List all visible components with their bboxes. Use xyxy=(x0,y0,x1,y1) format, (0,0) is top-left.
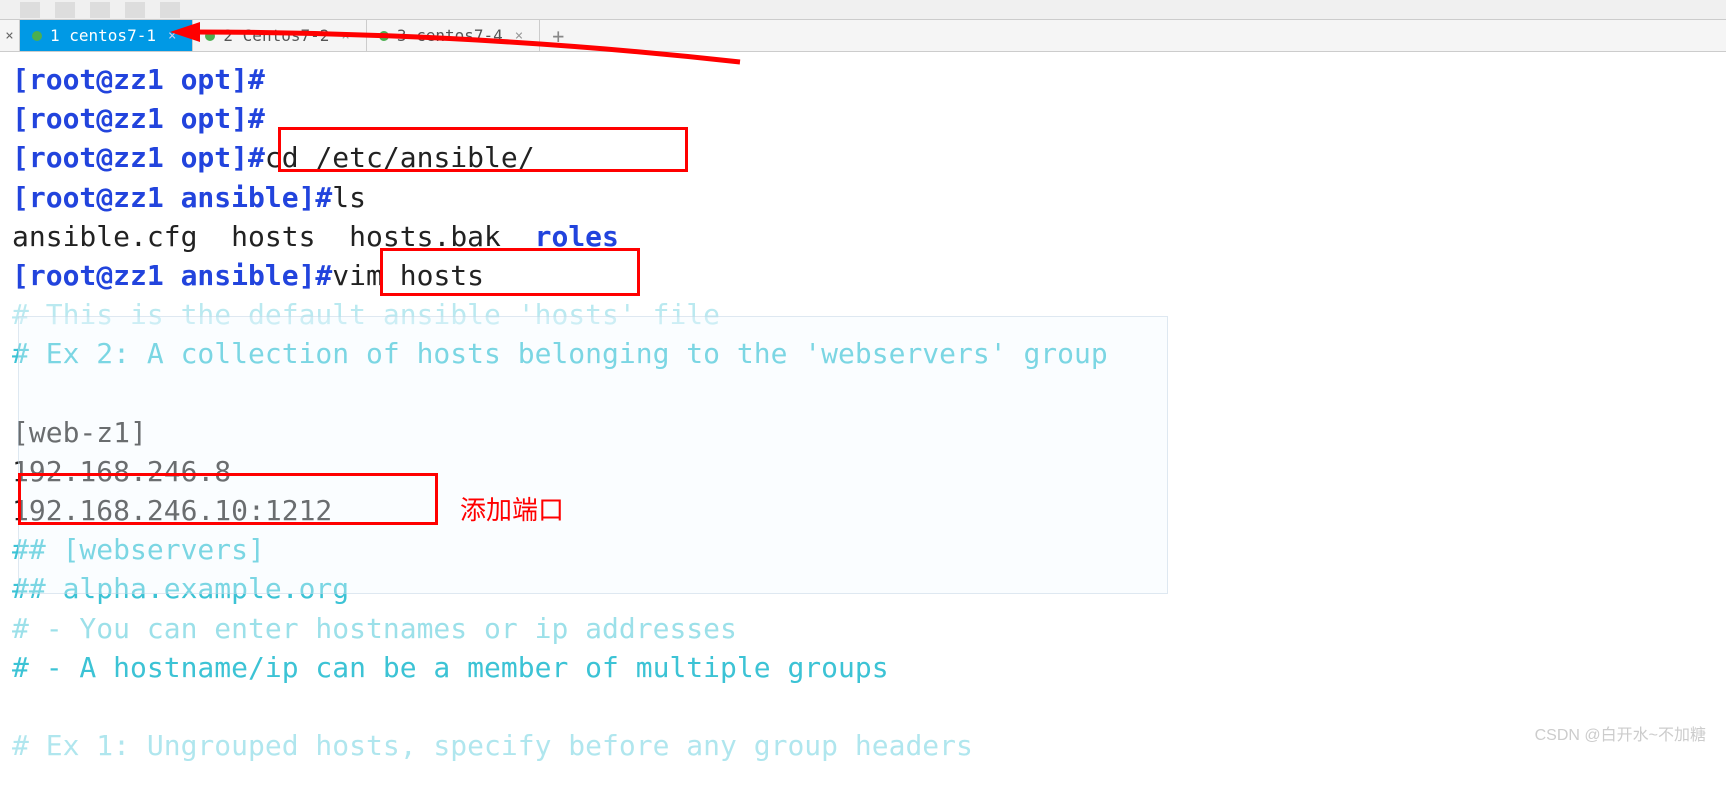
command-text: ls xyxy=(332,181,366,214)
add-tab-button[interactable]: + xyxy=(540,20,576,51)
file-comment: # - A hostname/ip can be a member of mul… xyxy=(12,648,1714,687)
toolbar xyxy=(0,0,1726,20)
command-text: cd /etc/ansible/ xyxy=(265,141,535,174)
watermark: CSDN @白开水~不加糖 xyxy=(1535,721,1706,745)
blank-line xyxy=(12,687,1714,726)
close-icon[interactable]: × xyxy=(511,28,527,44)
panel-close[interactable]: × xyxy=(0,20,20,51)
file-comment: ## [webservers] xyxy=(12,530,1714,569)
file-name: ansible.cfg xyxy=(12,220,197,253)
tab-label: 2 Centos7-2 xyxy=(223,26,329,45)
blank-line xyxy=(12,374,1714,413)
file-content: [web-z1] xyxy=(12,413,1714,452)
prompt: [root@zz1 opt]# xyxy=(12,141,265,174)
file-name: hosts.bak xyxy=(349,220,501,253)
status-dot-icon xyxy=(205,31,215,41)
prompt: [root@zz1 opt]# xyxy=(12,102,265,135)
file-comment: ## alpha.example.org xyxy=(12,569,1714,608)
terminal-line: [root@zz1 ansible]#ls xyxy=(12,178,1714,217)
toolbar-icon[interactable] xyxy=(125,2,145,18)
prompt: [root@zz1 ansible]# xyxy=(12,181,332,214)
close-icon[interactable]: × xyxy=(337,28,353,44)
tab-centos7-4[interactable]: 3 centos7-4 × xyxy=(367,20,540,51)
tab-label: 1 centos7-1 xyxy=(50,26,156,45)
tab-centos7-1[interactable]: 1 centos7-1 × xyxy=(20,20,193,51)
toolbar-icon[interactable] xyxy=(20,2,40,18)
file-comment: # Ex 2: A collection of hosts belonging … xyxy=(12,334,1714,373)
dir-name: roles xyxy=(535,220,619,253)
terminal-line: ansible.cfg hosts hosts.bak roles xyxy=(12,217,1714,256)
prompt: [root@zz1 opt]# xyxy=(12,63,265,96)
terminal-line: [root@zz1 opt]#cd /etc/ansible/ xyxy=(12,138,1714,177)
command-text: vim hosts xyxy=(332,259,484,292)
file-comment: # Ex 1: Ungrouped hosts, specify before … xyxy=(12,726,1714,765)
close-icon[interactable]: × xyxy=(164,28,180,44)
terminal-line: [root@zz1 ansible]#vim hosts xyxy=(12,256,1714,295)
file-comment: # This is the default ansible 'hosts' fi… xyxy=(12,295,1714,334)
prompt: [root@zz1 ansible]# xyxy=(12,259,332,292)
terminal-line: [root@zz1 opt]# xyxy=(12,99,1714,138)
file-content: 192.168.246.10:1212 xyxy=(12,491,1714,530)
annotation-label: 添加端口 xyxy=(460,490,564,527)
file-name: hosts xyxy=(231,220,315,253)
file-content: 192.168.246.8 xyxy=(12,452,1714,491)
file-comment: # - You can enter hostnames or ip addres… xyxy=(12,609,1714,648)
toolbar-icon[interactable] xyxy=(55,2,75,18)
status-dot-icon xyxy=(32,31,42,41)
tab-centos7-2[interactable]: 2 Centos7-2 × xyxy=(193,20,366,51)
tab-bar: × 1 centos7-1 × 2 Centos7-2 × 3 centos7-… xyxy=(0,20,1726,52)
terminal-output[interactable]: [root@zz1 opt]# [root@zz1 opt]# [root@zz… xyxy=(0,52,1726,773)
status-dot-icon xyxy=(379,31,389,41)
terminal-line: [root@zz1 opt]# xyxy=(12,60,1714,99)
tab-label: 3 centos7-4 xyxy=(397,26,503,45)
toolbar-icon[interactable] xyxy=(160,2,180,18)
toolbar-icon[interactable] xyxy=(90,2,110,18)
